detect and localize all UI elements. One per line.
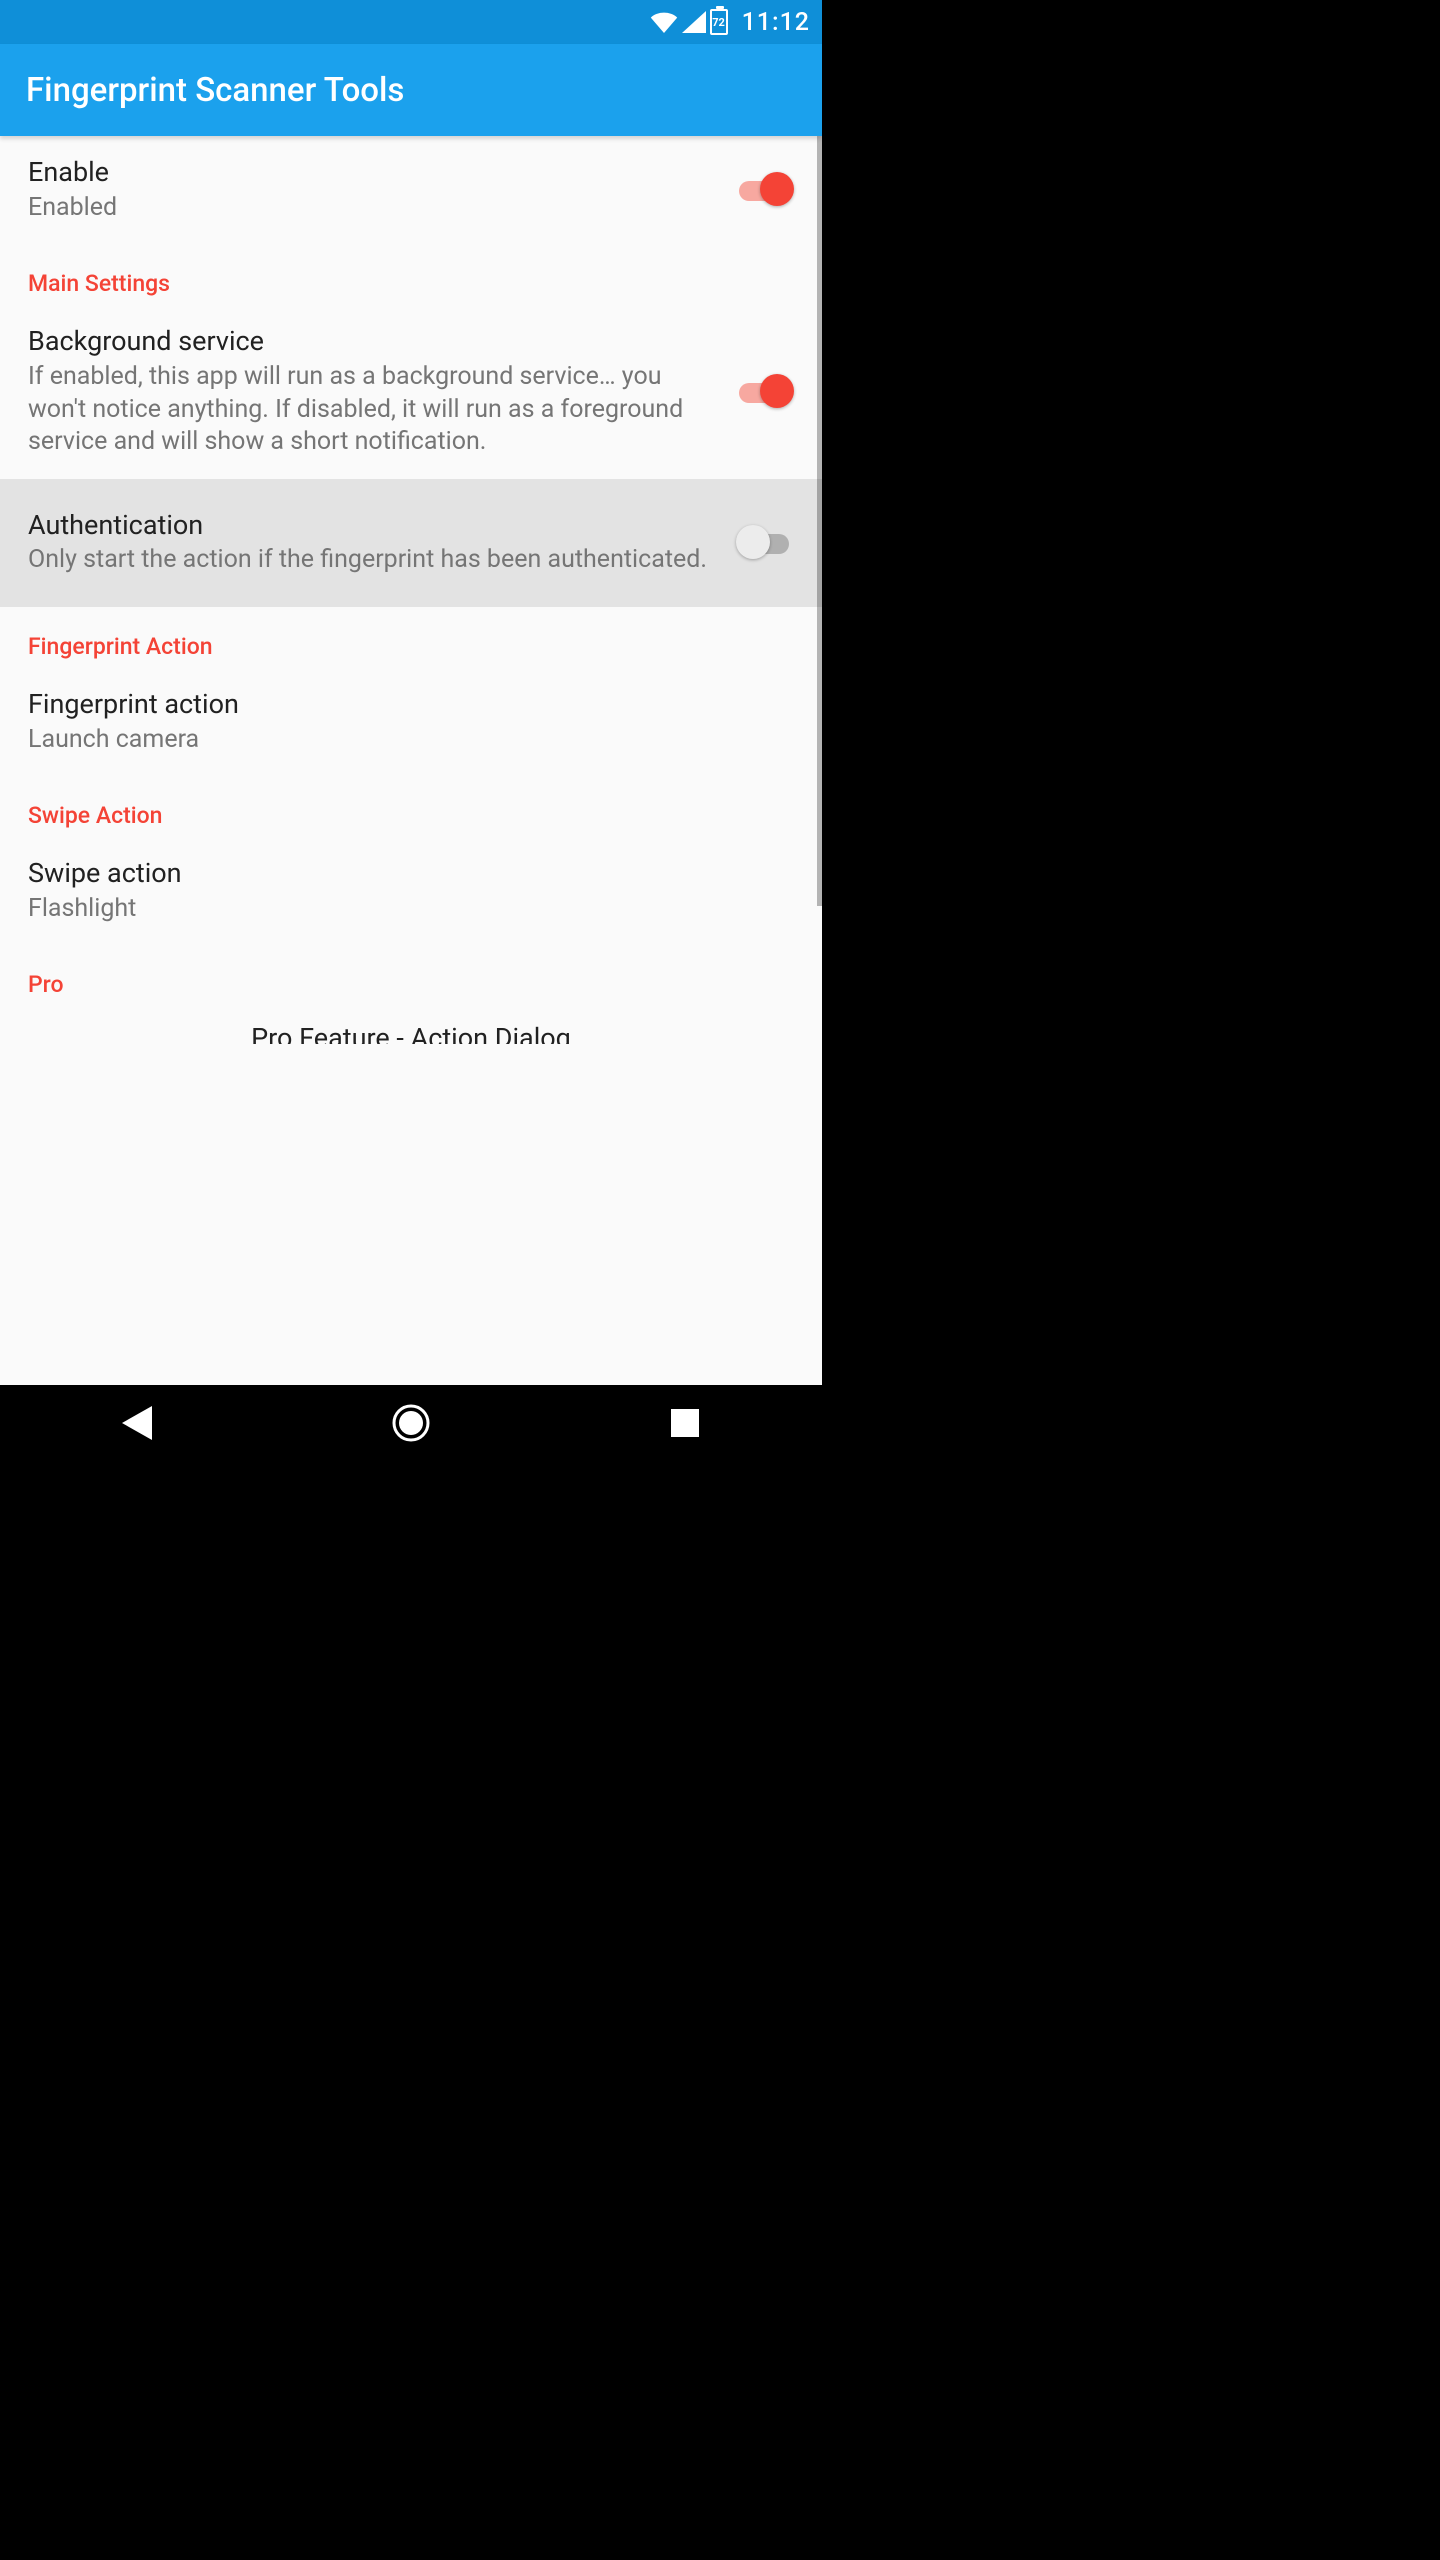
setting-subtitle: Enabled [28,192,720,225]
status-bar: 72 11:12 [0,0,822,44]
battery-level: 72 [712,16,725,29]
setting-background-service[interactable]: Background service If enabled, this app … [0,305,822,478]
app-title: Fingerprint Scanner Tools [26,71,404,110]
setting-subtitle: Launch camera [28,724,778,757]
setting-title: Background service [28,325,720,359]
battery-icon: 72 [710,9,728,35]
clock: 11:12 [742,8,810,37]
setting-subtitle: Only start the action if the fingerprint… [28,544,720,577]
background-service-toggle[interactable] [736,374,794,410]
setting-subtitle: Flashlight [28,893,778,926]
setting-swipe-action[interactable]: Swipe action Flashlight [0,837,822,945]
setting-subtitle: If enabled, this app will run as a backg… [28,361,720,459]
section-fingerprint-action: Fingerprint Action [0,607,822,668]
scrollbar-thumb[interactable] [817,136,822,906]
app-bar: Fingerprint Scanner Tools [0,44,822,136]
screen: 72 11:12 Fingerprint Scanner Tools Enabl… [0,0,822,1461]
setting-title: Fingerprint action [28,688,778,722]
section-main-settings: Main Settings [0,244,822,305]
setting-title: Swipe action [28,857,778,891]
setting-enable[interactable]: Enable Enabled [0,136,822,244]
pro-feature-item[interactable]: Pro Feature - Action Dialog [0,1014,822,1044]
setting-title: Authentication [28,509,720,543]
recents-button[interactable] [662,1400,708,1446]
setting-authentication[interactable]: Authentication Only start the action if … [0,479,822,607]
cell-signal-icon [682,11,706,33]
status-icons: 72 [650,9,728,35]
section-pro: Pro [0,945,822,1014]
settings-list[interactable]: Enable Enabled Main Settings Background … [0,136,822,1385]
home-button[interactable] [388,1400,434,1446]
setting-title: Enable [28,156,720,190]
enable-toggle[interactable] [736,172,794,208]
section-swipe-action: Swipe Action [0,776,822,837]
back-button[interactable] [114,1400,160,1446]
wifi-icon [650,11,678,33]
setting-fingerprint-action[interactable]: Fingerprint action Launch camera [0,668,822,776]
navigation-bar [0,1385,822,1461]
authentication-toggle[interactable] [736,525,794,561]
